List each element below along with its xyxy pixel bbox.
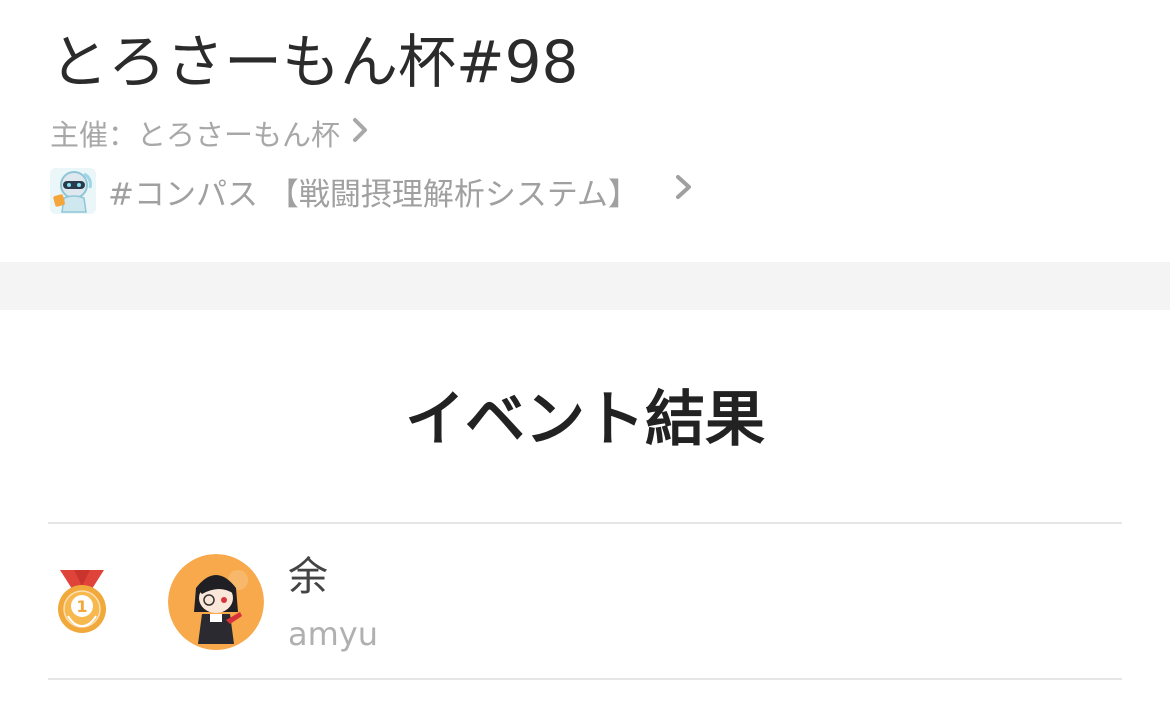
game-label: #コンパス 【戦闘摂理解析システム】 [108, 176, 639, 213]
result-row[interactable]: 1 余 amyu [48, 524, 1122, 678]
row-divider [48, 678, 1122, 680]
svg-text:1: 1 [76, 597, 87, 616]
player-name: 余 [288, 554, 328, 600]
event-title: とろさーもん杯#98 [50, 28, 579, 96]
organizer-link[interactable]: 主催：とろさーもん杯 [50, 112, 370, 154]
section-divider [0, 262, 1170, 310]
organizer-label: 主催：とろさーもん杯 [50, 118, 341, 152]
event-header: とろさーもん杯#98 主催：とろさーもん杯 #コンパス 【戦闘摂理解析システム】 [0, 0, 1170, 262]
results-heading: イベント結果 [405, 385, 765, 455]
game-link[interactable]: #コンパス 【戦闘摂理解析システム】 [50, 167, 695, 215]
player-id: amyu [288, 615, 378, 653]
compass-app-icon [50, 168, 96, 214]
chevron-right-icon [350, 115, 370, 152]
gold-medal-icon: 1 [54, 566, 110, 638]
chevron-right-icon [673, 171, 695, 211]
avatar [168, 554, 264, 650]
